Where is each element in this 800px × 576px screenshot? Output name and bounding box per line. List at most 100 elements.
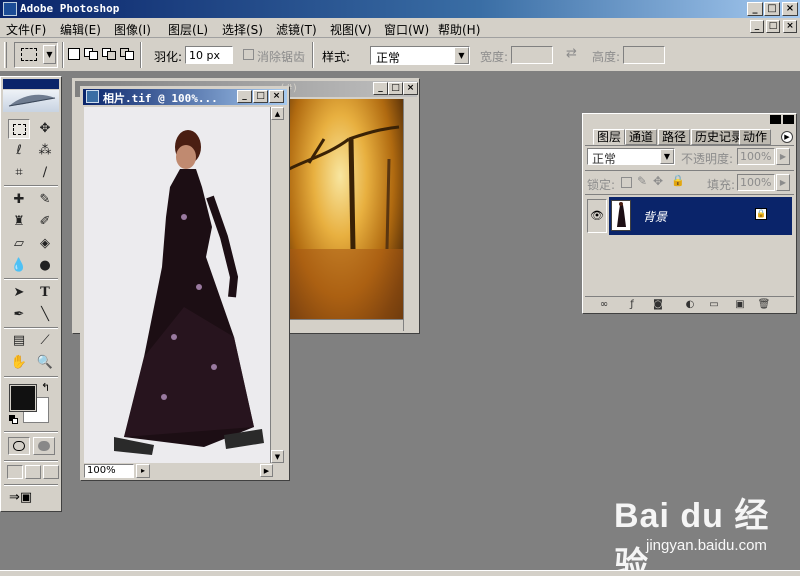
paint-bucket-tool[interactable]: ◈ [34, 234, 56, 254]
tab-channels[interactable]: 通道 [625, 129, 658, 145]
lock-transparency-icon[interactable] [621, 177, 632, 188]
layer-row[interactable]: 👁 背景 🔒 [585, 197, 794, 235]
height-input[interactable] [623, 46, 665, 64]
standard-screen-mode-icon[interactable] [7, 465, 23, 479]
standard-mode-button[interactable] [8, 437, 30, 455]
menu-filter[interactable]: 滤镜(T) [276, 21, 317, 38]
lasso-tool[interactable]: ℓ [8, 141, 30, 161]
fill-input[interactable]: 100% [737, 174, 775, 191]
swap-dimensions-icon[interactable]: ⇄ [566, 46, 577, 61]
doc-minimize-button[interactable]: _ [237, 90, 252, 103]
chevron-down-icon[interactable]: ▼ [660, 149, 674, 164]
pen-tool[interactable]: ✒ [8, 305, 30, 325]
doc-restore-button[interactable]: □ [766, 20, 780, 33]
menu-file[interactable]: 文件(F) [6, 21, 46, 38]
fill-slider-arrow-icon[interactable]: ▶ [776, 174, 790, 191]
panel-minimize-button[interactable] [770, 115, 781, 124]
full-screen-menu-mode-icon[interactable] [25, 465, 41, 479]
eyedropper-tool[interactable]: ⟋ [34, 331, 56, 351]
add-mask-icon[interactable]: ◙ [651, 299, 665, 311]
crop-tool[interactable]: ⌗ [8, 163, 30, 183]
new-layer-icon[interactable]: ▣ [733, 299, 747, 311]
clone-stamp-tool[interactable]: ♜ [8, 212, 30, 232]
line-tool[interactable]: ╲ [34, 305, 56, 325]
doc-minimize-button[interactable]: _ [373, 82, 388, 95]
path-select-tool[interactable]: ➤ [8, 283, 30, 303]
menu-window[interactable]: 窗口(W) [384, 21, 429, 38]
rect-marquee-tool[interactable] [8, 119, 30, 139]
doc-close-button[interactable]: × [403, 82, 418, 95]
panel-menu-icon[interactable]: ▶ [781, 131, 793, 143]
options-grip[interactable] [4, 42, 7, 68]
trash-icon[interactable]: 🗑 [757, 299, 771, 311]
app-minimize-button[interactable]: _ [747, 2, 763, 16]
adjustment-layer-icon[interactable]: ◐ [683, 299, 697, 311]
menu-edit[interactable]: 编辑(E) [60, 21, 101, 38]
app-close-button[interactable]: × [782, 2, 798, 16]
status-info-menu-icon[interactable]: ▸ [136, 464, 150, 478]
eraser-tool[interactable]: ▱ [8, 234, 30, 254]
dodge-tool[interactable]: ● [34, 256, 56, 276]
new-selection-icon[interactable] [68, 48, 80, 60]
opacity-input[interactable]: 100% [737, 148, 775, 165]
feather-input[interactable]: 10 px [185, 46, 233, 64]
menu-select[interactable]: 选择(S) [222, 21, 263, 38]
default-colors-icon[interactable] [9, 415, 19, 425]
quick-mask-button[interactable] [33, 437, 55, 455]
full-screen-mode-icon[interactable] [43, 465, 59, 479]
new-group-icon[interactable]: ▭ [707, 299, 721, 311]
menu-image[interactable]: 图像(I) [114, 21, 151, 38]
panel-close-button[interactable] [783, 115, 794, 124]
woman-photo-canvas[interactable] [84, 107, 270, 463]
tab-layers[interactable]: 图层 [593, 129, 626, 145]
foreground-color-swatch[interactable] [9, 384, 37, 412]
swap-colors-icon[interactable]: ↰ [41, 381, 50, 394]
notes-tool[interactable]: ▤ [8, 331, 30, 351]
slice-tool[interactable]: ∕ [34, 163, 56, 183]
doc-minimize-button[interactable]: _ [750, 20, 764, 33]
jump-to-imageready-icon[interactable]: ⇒▣ [9, 489, 55, 507]
blend-mode-select[interactable]: 正常 ▼ [587, 148, 675, 166]
style-select[interactable]: 正常 ▼ [370, 46, 470, 65]
doc-h-scrollbar-background[interactable] [289, 319, 403, 331]
tool-preset-picker[interactable]: ▼ [14, 42, 58, 68]
antialias-checkbox[interactable] [243, 49, 254, 60]
blur-tool[interactable]: 💧 [8, 256, 30, 276]
chevron-down-icon[interactable]: ▼ [454, 47, 469, 64]
menu-view[interactable]: 视图(V) [330, 21, 372, 38]
doc-title-bar-photo[interactable]: 相片.tif @ 100%... _ □ × [83, 89, 287, 105]
history-brush-tool[interactable]: ✐ [34, 212, 56, 232]
doc-maximize-button[interactable]: □ [253, 90, 268, 103]
healing-brush-tool[interactable]: ✚ [8, 190, 30, 210]
brush-tool[interactable]: ✎ [34, 190, 56, 210]
layer-visibility-toggle[interactable]: 👁 [587, 199, 607, 233]
subtract-from-selection-icon[interactable] [102, 48, 116, 60]
scroll-up-icon[interactable]: ▲ [271, 107, 284, 120]
doc-close-button[interactable]: × [783, 20, 797, 33]
toolbox-title-bar[interactable] [3, 79, 59, 89]
layers-panel-title-bar[interactable] [584, 115, 795, 125]
layer-style-icon[interactable]: ƒ [625, 299, 639, 311]
scroll-down-icon[interactable]: ▼ [271, 450, 284, 463]
doc-v-scrollbar-background[interactable] [403, 99, 417, 331]
doc-maximize-button[interactable]: □ [388, 82, 403, 95]
menu-help[interactable]: 帮助(H) [438, 21, 480, 38]
doc-close-button[interactable]: × [269, 90, 284, 103]
layer-row-selected[interactable]: 背景 🔒 [609, 197, 792, 235]
scroll-right-icon[interactable]: ▶ [260, 464, 273, 477]
opacity-slider-arrow-icon[interactable]: ▶ [776, 148, 790, 165]
add-to-selection-icon[interactable] [84, 48, 98, 60]
doc-v-scrollbar-photo[interactable]: ▲ ▼ [270, 107, 284, 463]
lock-position-icon[interactable]: ✥ [653, 174, 663, 188]
hand-tool[interactable]: ✋ [8, 353, 30, 373]
toolbox-header[interactable] [3, 90, 59, 112]
tab-paths[interactable]: 路径 [658, 129, 691, 145]
menu-layer[interactable]: 图层(L) [168, 21, 208, 38]
zoom-level-field[interactable]: 100% [84, 464, 134, 478]
type-tool[interactable]: T [34, 283, 56, 303]
intersect-selection-icon[interactable] [120, 48, 134, 60]
width-input[interactable] [511, 46, 553, 64]
lock-all-icon[interactable]: 🔒 [671, 174, 685, 187]
link-layers-icon[interactable]: ∞ [597, 299, 611, 311]
zoom-tool[interactable]: 🔍 [34, 353, 56, 373]
